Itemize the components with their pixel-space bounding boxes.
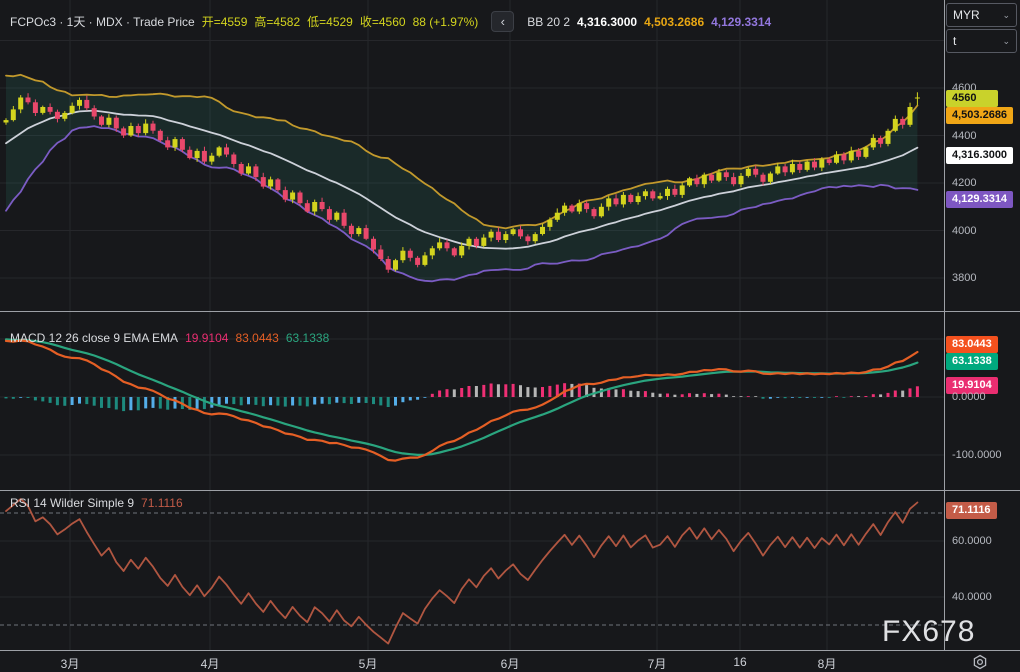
ohlc-change: 88 (+1.97%) <box>413 15 479 29</box>
unit-value: t <box>953 34 956 48</box>
currency-value: MYR <box>953 8 980 22</box>
ohlc-close: 收=4560 <box>360 13 406 30</box>
ohlc-open: 开=4559 <box>202 13 248 30</box>
bb-lower-value: 4,129.3314 <box>711 15 771 29</box>
time-label: 4月 <box>201 655 220 672</box>
chevron-down-icon: ⌄ <box>1002 36 1010 47</box>
price-tick: 3800 <box>952 271 976 285</box>
bb-upper-value: 4,503.2686 <box>644 15 704 29</box>
ohlc-low: 低=4529 <box>307 13 353 30</box>
macd-legend: MACD 12 26 close 9 EMA EMA 19.9104 83.04… <box>10 331 329 345</box>
rsi-legend: RSI 14 Wilder Simple 9 71.1116 <box>10 496 183 510</box>
collapse-legend-button[interactable]: ‹ <box>491 11 514 32</box>
macd-tick: -100.0000 <box>952 448 1002 462</box>
price-chart-canvas[interactable] <box>0 0 944 311</box>
rsi-value: 71.1116 <box>141 496 183 510</box>
time-label: 7月 <box>648 655 667 672</box>
bb-upper-label: 4,503.2686 <box>946 107 1013 124</box>
rsi-chart-canvas[interactable] <box>0 490 944 650</box>
price-tick: 4400 <box>952 129 976 143</box>
rsi-tick: 60.0000 <box>952 534 992 548</box>
trading-chart-app: FCPOc3 · 1天 · MDX · Trade Price 开=4559 高… <box>0 0 1020 672</box>
bb-basis-label: 4,316.3000 <box>946 147 1013 164</box>
chevron-down-icon: ⌄ <box>1002 10 1010 21</box>
time-label: 5月 <box>359 655 378 672</box>
rsi-value-label: 71.1116 <box>946 502 997 519</box>
time-label: 3月 <box>61 655 80 672</box>
price-tick: 4000 <box>952 224 976 238</box>
macd-line-value: 83.0443 <box>235 331 278 345</box>
fx678-watermark: FX678 <box>882 615 975 649</box>
last-price-label: 4560 <box>946 90 998 107</box>
symbol-title[interactable]: FCPOc3 · 1天 · MDX · Trade Price <box>10 13 195 30</box>
currency-select[interactable]: MYR ⌄ <box>946 3 1017 27</box>
bb-legend-label[interactable]: BB 20 2 <box>527 15 570 29</box>
macd-legend-label[interactable]: MACD 12 26 close 9 EMA EMA <box>10 331 178 345</box>
price-tick: 4200 <box>952 176 976 190</box>
macd-signal-value: 63.1338 <box>286 331 329 345</box>
bb-basis-value: 4,316.3000 <box>577 15 637 29</box>
settings-icon[interactable] <box>972 654 988 670</box>
unit-select[interactable]: t ⌄ <box>946 29 1017 53</box>
pane-divider[interactable] <box>0 490 1020 491</box>
bb-lower-label: 4,129.3314 <box>946 191 1013 208</box>
price-scale-divider <box>944 0 945 672</box>
rsi-legend-label[interactable]: RSI 14 Wilder Simple 9 <box>10 496 134 510</box>
macd-tick: 0.0000 <box>952 390 986 404</box>
macd-line-label: 83.0443 <box>946 336 998 353</box>
time-label: 8月 <box>818 655 837 672</box>
ohlc-high: 高=4582 <box>254 13 300 30</box>
pane-divider[interactable] <box>0 311 1020 312</box>
chevron-left-icon: ‹ <box>501 14 505 29</box>
main-legend: FCPOc3 · 1天 · MDX · Trade Price 开=4559 高… <box>10 11 771 32</box>
rsi-tick: 40.0000 <box>952 590 992 604</box>
macd-hist-value: 19.9104 <box>185 331 228 345</box>
time-label: 16 <box>733 655 746 669</box>
macd-signal-label: 63.1338 <box>946 353 998 370</box>
time-label: 6月 <box>501 655 520 672</box>
